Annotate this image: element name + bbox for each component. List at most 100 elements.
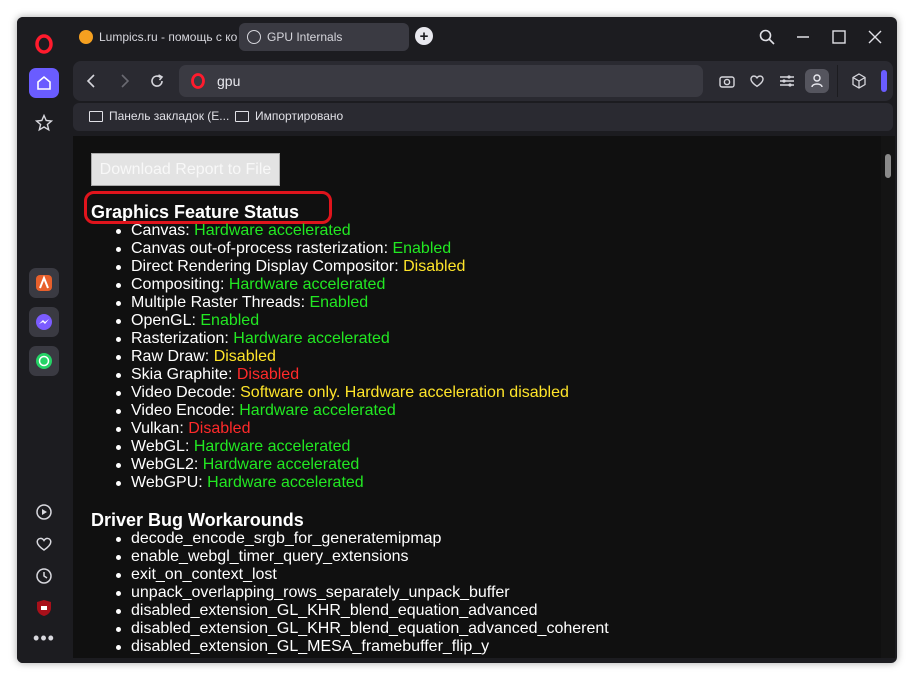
workaround-item: disabled_extension_GL_MESA_framebuffer_f… — [91, 638, 609, 656]
feature-name: WebGPU — [131, 474, 199, 491]
sidebar: ••• — [17, 17, 69, 663]
opera-logo-icon — [191, 73, 205, 94]
lumpics-favicon-icon — [79, 30, 93, 44]
feature-status: Disabled — [213, 348, 276, 365]
feature-status: Hardware accelerated — [239, 402, 396, 419]
bookmark-folder[interactable]: Панель закладок (E... — [89, 109, 229, 123]
minimize-button[interactable] — [791, 25, 815, 49]
feature-item: Canvas: Hardware accelerated — [91, 222, 569, 240]
workaround-item: disabled_extension_GL_KHR_blend_equation… — [91, 602, 609, 620]
address-bar[interactable]: gpu — [179, 65, 703, 97]
feature-name: Canvas out-of-process rasterization — [131, 240, 384, 257]
feature-status: Hardware accelerated — [193, 438, 351, 455]
feature-status: Software only. Hardware acceleration dis… — [240, 384, 569, 401]
feature-item: Vulkan: Disabled — [91, 420, 569, 438]
feature-name: Video Decode — [131, 384, 232, 401]
tab-title: Lumpics.ru - помощь с ко — [99, 30, 237, 44]
tab-title: GPU Internals — [267, 30, 343, 44]
maximize-button[interactable] — [827, 25, 851, 49]
feature-status: Hardware accelerated — [194, 222, 351, 239]
download-report-button[interactable]: Download Report to File — [91, 153, 280, 186]
workaround-item: enable_webgl_timer_query_extensions — [91, 548, 609, 566]
feature-name: Raw Draw — [131, 348, 205, 365]
toolbar-divider — [837, 65, 838, 97]
feature-status: Hardware accelerated — [228, 276, 386, 293]
feature-status: Hardware accelerated — [207, 474, 364, 491]
feature-name: Vulkan — [131, 420, 180, 437]
messenger-icon[interactable] — [29, 307, 59, 337]
history-icon[interactable] — [29, 561, 59, 591]
home-icon[interactable] — [29, 68, 59, 98]
feature-list: Canvas: Hardware accelerated Canvas out-o… — [91, 222, 569, 492]
feature-name: WebGL2 — [131, 456, 194, 473]
feature-name: OpenGL — [131, 312, 192, 329]
star-icon[interactable] — [29, 108, 59, 138]
bookmark-folder[interactable]: Импортировано — [235, 109, 343, 123]
feature-item: OpenGL: Enabled — [91, 312, 569, 330]
feature-name: Skia Graphite — [131, 366, 228, 383]
highlight-frame — [84, 191, 332, 224]
bookmark-heart-icon[interactable] — [745, 69, 769, 93]
whatsapp-icon[interactable] — [29, 346, 59, 376]
feature-item: WebGL: Hardware accelerated — [91, 438, 569, 456]
tab-lumpics[interactable]: Lumpics.ru - помощь с ко — [71, 23, 237, 51]
feature-status: Enabled — [200, 312, 260, 329]
feature-name: Rasterization — [131, 330, 225, 347]
heart-icon[interactable] — [29, 529, 59, 559]
feature-name: Direct Rendering Display Compositor — [131, 258, 395, 275]
url-text[interactable]: gpu — [217, 73, 240, 89]
feature-item: Video Encode: Hardware accelerated — [91, 402, 569, 420]
feature-status: Disabled — [188, 420, 251, 437]
page-content: Download Report to File Graphics Feature… — [73, 136, 895, 658]
workaround-item: disabled_extension_GL_KHR_blend_equation… — [91, 620, 609, 638]
feature-status: Enabled — [309, 294, 369, 311]
forward-button[interactable] — [113, 69, 137, 93]
bookmark-label: Импортировано — [255, 109, 344, 123]
player-icon[interactable] — [29, 497, 59, 527]
feature-item: Direct Rendering Display Compositor: Dis… — [91, 258, 569, 276]
close-button[interactable] — [863, 25, 887, 49]
feature-item: WebGPU: Hardware accelerated — [91, 474, 569, 492]
feature-item: Multiple Raster Threads: Enabled — [91, 294, 569, 312]
workaround-item: exit_on_context_lost — [91, 566, 609, 584]
reload-button[interactable] — [145, 69, 169, 93]
feature-item: Raw Draw: Disabled — [91, 348, 569, 366]
tab-gpu-internals[interactable]: GPU Internals — [239, 23, 409, 51]
feature-name: Canvas — [131, 222, 186, 239]
folder-icon — [89, 110, 103, 122]
opera-menu-icon[interactable] — [29, 29, 59, 59]
folder-icon — [235, 110, 249, 122]
feature-item: Compositing: Hardware accelerated — [91, 276, 569, 294]
scrollbar[interactable] — [881, 136, 895, 658]
feature-name: Video Encode — [131, 402, 231, 419]
aria-icon[interactable] — [29, 268, 59, 298]
bookmarks-bar: Панель закладок (E... Импортировано — [73, 103, 893, 131]
feature-item: Rasterization: Hardware accelerated — [91, 330, 569, 348]
workaround-item: unpack_overlapping_rows_separately_unpac… — [91, 584, 609, 602]
feature-name: WebGL — [131, 438, 185, 455]
bookmark-label: Панель закладок (E... — [109, 109, 230, 123]
workaround-list: decode_encode_srgb_for_generatemipmap ena… — [91, 530, 609, 656]
workaround-item: decode_encode_srgb_for_generatemipmap — [91, 530, 609, 548]
profile-icon[interactable] — [805, 69, 829, 93]
feature-item: WebGL2: Hardware accelerated — [91, 456, 569, 474]
scrollbar-thumb[interactable] — [885, 154, 891, 178]
back-button[interactable] — [79, 69, 103, 93]
new-tab-button[interactable]: + — [415, 27, 433, 45]
snapshot-icon[interactable] — [715, 69, 739, 93]
tab-bar: Lumpics.ru - помощь с ко GPU Internals + — [69, 17, 897, 57]
feature-name: Compositing — [131, 276, 220, 293]
ublock-icon[interactable] — [29, 593, 59, 623]
feature-status: Disabled — [236, 366, 300, 383]
search-tabs-icon[interactable] — [755, 25, 779, 49]
address-toolbar: gpu — [73, 61, 893, 101]
more-icon[interactable]: ••• — [29, 623, 59, 653]
feature-status: Disabled — [403, 258, 466, 275]
feature-status: Hardware accelerated — [202, 456, 360, 473]
sidebar-accent-indicator — [881, 70, 887, 92]
feature-status: Enabled — [392, 240, 452, 257]
extensions-cube-icon[interactable] — [847, 69, 871, 93]
easy-setup-icon[interactable] — [775, 69, 799, 93]
globe-icon — [247, 30, 261, 44]
workarounds-heading: Driver Bug Workarounds — [91, 510, 304, 530]
